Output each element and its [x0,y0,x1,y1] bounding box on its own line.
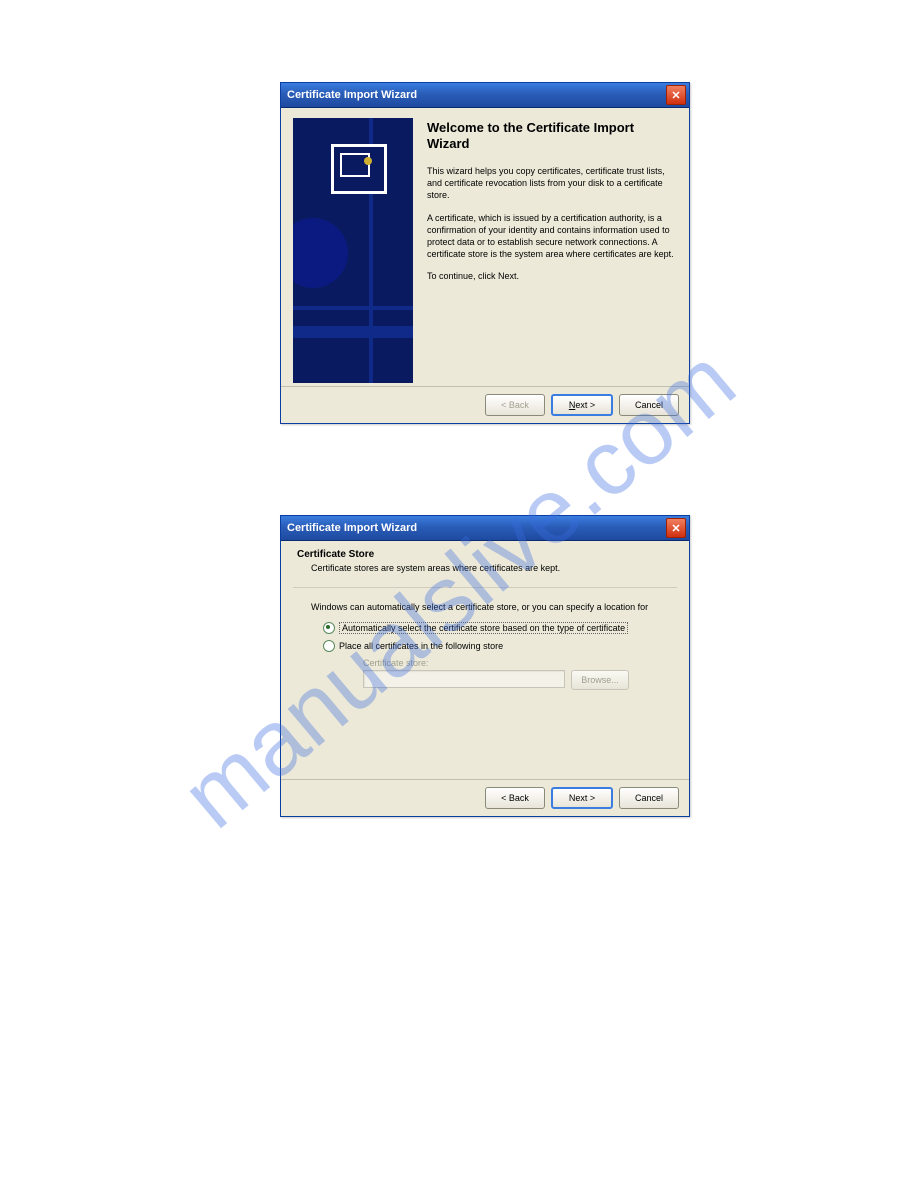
radio-label: Place all certificates in the following … [339,641,503,651]
radio-option-auto[interactable]: Automatically select the certificate sto… [323,622,673,634]
close-icon[interactable]: ✕ [666,518,686,538]
radio-icon[interactable] [323,622,335,634]
dialog-body: Certificate Store Certificate stores are… [281,541,689,807]
back-button[interactable]: < Back [485,787,545,809]
wizard-paragraph: A certificate, which is issued by a cert… [427,212,675,261]
instruction-text: Windows can automatically select a certi… [311,602,673,612]
wizard-dialog-store: Certificate Import Wizard ✕ Certificate … [280,515,690,817]
titlebar[interactable]: Certificate Import Wizard ✕ [281,516,689,541]
store-input [363,670,565,688]
dialog-title: Certificate Import Wizard [287,522,417,534]
wizard-paragraph: This wizard helps you copy certificates,… [427,165,675,201]
radio-label: Automatically select the certificate sto… [339,622,628,634]
cancel-button[interactable]: Cancel [619,787,679,809]
next-button[interactable]: Next > [551,394,613,416]
section-heading: Certificate Store [297,549,673,560]
dialog-title: Certificate Import Wizard [287,89,417,101]
wizard-paragraph: To continue, click Next. [427,270,675,282]
next-button[interactable]: Next > [551,787,613,809]
titlebar[interactable]: Certificate Import Wizard ✕ [281,83,689,108]
dialog-body: Welcome to the Certificate Import Wizard… [281,108,689,396]
store-input-group: Certificate store: Browse... [363,658,673,690]
wizard-side-image [293,118,413,383]
cancel-button[interactable]: Cancel [619,394,679,416]
browse-button: Browse... [571,670,629,690]
section-description: Certificate stores are system areas wher… [311,563,673,573]
radio-group: Automatically select the certificate sto… [323,622,673,690]
wizard-heading: Welcome to the Certificate Import Wizard [427,120,675,151]
certificate-icon [331,144,387,194]
store-label: Certificate store: [363,658,673,668]
button-row: < Back Next > Cancel [281,779,689,816]
button-row: < Back Next > Cancel [281,386,689,423]
radio-icon[interactable] [323,640,335,652]
wizard-content: Welcome to the Certificate Import Wizard… [413,118,677,396]
radio-option-place[interactable]: Place all certificates in the following … [323,640,673,652]
wizard-dialog-welcome: Certificate Import Wizard ✕ Welcome to t… [280,82,690,424]
back-button: < Back [485,394,545,416]
close-icon[interactable]: ✕ [666,85,686,105]
divider [293,587,677,588]
